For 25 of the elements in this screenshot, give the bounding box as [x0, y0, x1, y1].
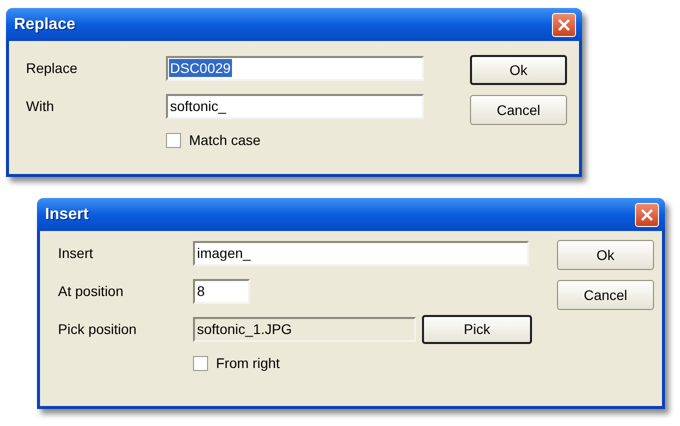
- field-label: Replace: [26, 58, 78, 78]
- dialog-button[interactable]: Cancel: [557, 280, 654, 310]
- input-field[interactable]: DSC0029: [166, 56, 424, 80]
- close-icon: [641, 208, 653, 220]
- window-title: Insert: [44, 204, 89, 224]
- checkbox-label: From right: [216, 354, 280, 373]
- close-button[interactable]: [552, 12, 576, 36]
- field-label: Insert: [58, 244, 94, 262]
- close-button[interactable]: [635, 202, 659, 226]
- checkbox[interactable]: [193, 356, 208, 370]
- field-label: Pick position: [58, 320, 138, 339]
- close-icon: [558, 18, 570, 30]
- input-field[interactable]: imagen_: [193, 240, 529, 266]
- input-field[interactable]: 8: [193, 278, 250, 304]
- dialog-button[interactable]: Ok: [557, 240, 654, 270]
- field-label: With: [26, 96, 55, 116]
- dialog-button[interactable]: Cancel: [470, 95, 567, 125]
- field-label: At position: [58, 282, 124, 301]
- checkbox[interactable]: [166, 132, 181, 148]
- window-title: Replace: [13, 14, 76, 34]
- checkbox-label: Match case: [189, 130, 261, 150]
- input-field[interactable]: softonic_1.JPG: [193, 316, 416, 342]
- dialog-button[interactable]: Pick: [422, 314, 532, 344]
- dialog-button[interactable]: Ok: [470, 55, 567, 85]
- input-field[interactable]: softonic_: [166, 94, 424, 118]
